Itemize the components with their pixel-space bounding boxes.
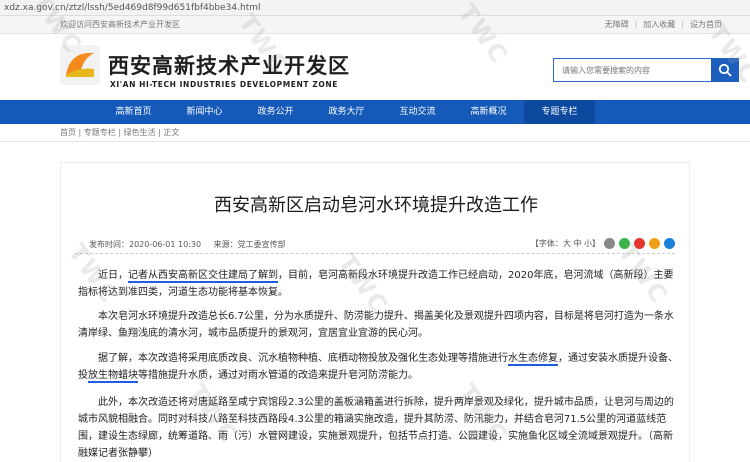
nav-service-hall[interactable]: 政务大厅 (311, 100, 382, 124)
logo-english: XI'AN HI-TECH INDUSTRIES DEVELOPMENT ZON… (110, 80, 338, 89)
search-input[interactable] (553, 58, 711, 82)
highlighted-text: 记者从西安高新区交住建局了解到 (128, 270, 278, 283)
add-favorite-link[interactable]: 加入收藏 (643, 16, 675, 34)
qq-icon[interactable] (664, 238, 675, 249)
separator: | (634, 20, 638, 29)
qzone-icon[interactable] (649, 238, 660, 249)
article-meta: 发布时间：2020-06-01 10:30 来源：党工委宣传部 (89, 239, 296, 250)
text: 据了解，本次改造将采用底质改良、沉水植物种植、底栖动物投放及强化生态处理等措施进… (98, 353, 508, 364)
separator: | (681, 20, 684, 29)
text: 等措施提升水质，通过对雨水管道的改造来提升皂河防涝能力。 (138, 370, 418, 381)
nav-special-topics[interactable]: 专题专栏 (524, 100, 595, 124)
divider (75, 253, 675, 254)
article-title: 西安高新区启动皂河水环境提升改造工作 (214, 195, 538, 216)
site-header: 西安高新技术产业开发区 XI'AN HI-TECH INDUSTRIES DEV… (0, 34, 750, 100)
top-bar: 欢迎访问西安高新技术产业开发区 无障碍 | 加入收藏 | 设为首页 (0, 16, 750, 34)
font-size-control[interactable]: 【字体：大 中 小】 (531, 238, 600, 249)
highlighted-text: 水生态修复 (508, 353, 558, 366)
print-icon[interactable] (604, 238, 615, 249)
accessibility-link[interactable]: 无障碍 (605, 16, 629, 34)
nav-overview[interactable]: 高新概况 (453, 100, 524, 124)
paragraph-4: 此外，本次改造还将对唐延路至咸宁宾馆段2.3公里的盖板涵箱盖进行拆除，提升两岸景… (78, 397, 674, 459)
breadcrumb[interactable]: 首页 | 专题专栏 | 绿色生活 | 正文 (0, 124, 750, 142)
nav-gov-info[interactable]: 政务公开 (240, 100, 311, 124)
main-nav: 高新首页 新闻中心 政务公开 政务大厅 互动交流 高新概况 专题专栏 (0, 100, 750, 124)
nav-interaction[interactable]: 互动交流 (382, 100, 453, 124)
article-source: 来源：党工委宣传部 (213, 240, 286, 249)
publish-date: 发布时间：2020-06-01 10:30 (89, 240, 202, 249)
paragraph-3: 据了解，本次改造将采用底质改良、沉水植物种植、底栖动物投放及强化生态处理等措施进… (78, 350, 680, 384)
nav-home[interactable]: 高新首页 (98, 100, 169, 124)
article-tools: 【字体：大 中 小】 (531, 238, 675, 249)
logo-chinese: 西安高新技术产业开发区 (108, 54, 350, 78)
address-bar[interactable]: xdz.xa.gov.cn/ztzl/lssh/5ed469d8f99d651f… (0, 0, 750, 16)
search-box (553, 58, 739, 82)
highlighted-text: 放生物蜡块 (88, 370, 138, 383)
nav-news[interactable]: 新闻中心 (169, 100, 240, 124)
top-links: 无障碍 | 加入收藏 | 设为首页 (605, 16, 722, 34)
